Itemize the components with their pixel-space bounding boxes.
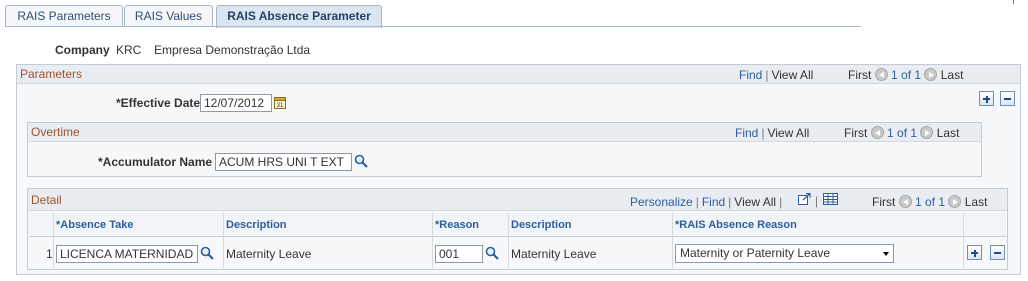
accumulator-input[interactable]: ACUM HRS UNI T EXT [215,153,352,171]
grid-download-icon[interactable] [823,193,838,205]
overtime-pager: First 1 of 1 Last [844,126,959,140]
prev-arrow-icon[interactable] [874,68,888,81]
column-divider [53,213,54,268]
tab-rais-absence-parameter[interactable]: RAIS Absence Parameter [216,5,382,28]
column-reason[interactable]: *Reason [435,219,479,231]
parameters-find-link[interactable]: Find [739,68,762,82]
column-divider [223,213,224,268]
tab-label: RAIS Values [134,9,203,23]
column-description[interactable]: Description [226,219,287,231]
overtime-view-all-link[interactable]: View All [767,126,809,140]
company-code: KRC [116,43,142,57]
detail-last[interactable]: Last [965,195,988,209]
detail-count: 1 of 1 [915,195,946,209]
absence-take-input[interactable]: LICENCA MATERNIDAD [56,245,198,263]
reason-description: Maternity Leave [511,247,597,261]
row-number: 1 [46,247,53,261]
tab-rais-parameters[interactable]: RAIS Parameters [5,5,123,27]
add-row-button[interactable] [967,245,982,260]
effective-date-input[interactable]: 12/07/2012 [200,94,272,112]
overtime-find-link[interactable]: Find [735,126,758,140]
parameters-title: Parameters [20,67,83,81]
search-icon[interactable] [485,246,499,260]
next-arrow-icon[interactable] [920,126,934,139]
rais-absence-reason-select[interactable]: Maternity or Paternity Leave [675,244,894,263]
effective-date-label: *Effective Date [116,96,201,110]
tab-underline [5,26,861,27]
overtime-title: Overtime [31,125,80,139]
corner-mark [1013,0,1014,4]
detail-first[interactable]: First [872,195,895,209]
company-label: Company [55,43,110,57]
calendar-icon[interactable]: 31 [274,96,286,109]
delete-row-button[interactable] [1000,91,1015,106]
add-row-button[interactable] [979,91,994,106]
detail-view-all-link[interactable]: View All [734,195,776,209]
tab-rais-values[interactable]: RAIS Values [124,5,213,27]
detail-pager: First 1 of 1 Last [872,195,987,209]
column-divider [432,213,433,268]
prev-arrow-icon[interactable] [870,126,884,139]
overtime-first[interactable]: First [844,126,867,140]
absence-description: Maternity Leave [226,247,312,261]
prev-arrow-icon[interactable] [898,195,912,208]
detail-title: Detail [31,193,62,207]
nav-separator: | [815,194,819,208]
parameters-nav: Find | View All [739,68,814,82]
next-arrow-icon[interactable] [948,195,962,208]
detail-nav: Personalize | Find | View All | [630,195,783,209]
overtime-header: Overtime [28,123,981,142]
chevron-down-icon [883,252,889,256]
overtime-count: 1 of 1 [887,126,918,140]
overtime-last[interactable]: Last [937,126,960,140]
accumulator-label: *Accumulator Name [98,155,213,169]
parameters-pager: First 1 of 1 Last [848,68,963,82]
column-absence-take[interactable]: *Absence Take [56,219,133,231]
detail-header: Detail [28,189,1007,211]
search-icon[interactable] [200,246,214,260]
overtime-nav: Find | View All [735,126,810,140]
next-arrow-icon[interactable] [924,68,938,81]
tab-label: RAIS Parameters [17,9,111,23]
column-divider [963,213,964,268]
rais-absence-reason-value: Maternity or Paternity Leave [680,246,831,260]
new-window-icon[interactable] [798,193,811,205]
column-reason-description[interactable]: Description [511,219,572,231]
parameters-view-all-link[interactable]: View All [771,68,813,82]
svg-text:31: 31 [277,103,284,109]
parameters-first[interactable]: First [848,68,871,82]
column-divider [508,213,509,268]
reason-input[interactable]: 001 [435,245,483,263]
search-icon[interactable] [354,154,368,168]
column-rais-absence-reason[interactable]: *RAIS Absence Reason [675,219,797,231]
delete-row-button[interactable] [990,245,1005,260]
detail-personalize-link[interactable]: Personalize [630,195,693,209]
company-name: Empresa Demonstração Ltda [154,43,311,57]
column-divider [672,213,673,268]
parameters-last[interactable]: Last [941,68,964,82]
tab-label: RAIS Absence Parameter [227,9,371,23]
parameters-count: 1 of 1 [891,68,922,82]
detail-find-link[interactable]: Find [702,195,725,209]
